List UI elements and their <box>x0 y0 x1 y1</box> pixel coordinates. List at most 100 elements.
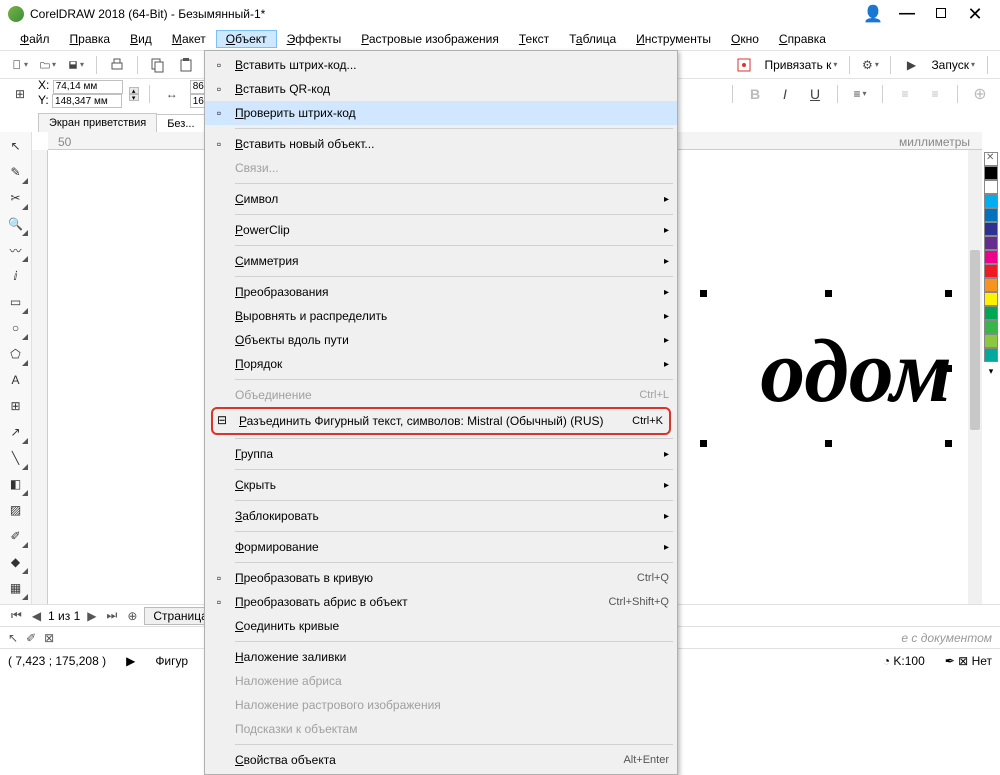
user-icon[interactable]: 👤 <box>856 4 890 24</box>
next-icon[interactable]: ▶ <box>126 654 135 668</box>
menu-item[interactable]: Порядок <box>205 352 677 376</box>
selection-handle[interactable] <box>945 365 952 372</box>
ruler-vertical[interactable] <box>32 150 48 604</box>
menu-bitmaps[interactable]: Растровые изображения <box>351 30 509 48</box>
color-swatch[interactable] <box>984 278 998 292</box>
artistic-tool[interactable]: ⅈ <box>4 264 28 288</box>
copy-button[interactable] <box>146 54 170 76</box>
color-swatch[interactable] <box>984 306 998 320</box>
snap-icon[interactable] <box>732 54 756 76</box>
selection-handle[interactable] <box>825 290 832 297</box>
paste-button[interactable] <box>174 54 198 76</box>
transparency-tool[interactable]: ▨ <box>4 498 28 522</box>
indent-button[interactable]: ≡ <box>923 83 947 105</box>
pick-tool[interactable]: ↖ <box>4 134 28 158</box>
menu-window[interactable]: Окно <box>721 30 769 48</box>
menu-item[interactable]: ▫Вставить QR-код <box>205 77 677 101</box>
menu-item[interactable]: ▫Вставить штрих-код... <box>205 53 677 77</box>
freehand-tool[interactable]: 〰 <box>4 238 28 262</box>
menu-item[interactable]: Символ <box>205 187 677 211</box>
menu-item[interactable]: ▫Вставить новый объект... <box>205 132 677 156</box>
bold-button[interactable]: B <box>743 83 767 105</box>
menu-item[interactable]: Объекты вдоль пути <box>205 328 677 352</box>
underline-button[interactable]: U <box>803 83 827 105</box>
menu-item[interactable]: Заблокировать <box>205 504 677 528</box>
pos-spinner[interactable]: ▴▾ <box>129 87 139 101</box>
menu-item[interactable]: ▫Преобразовать абрис в объектCtrl+Shift+… <box>205 590 677 614</box>
eyedropper-tool[interactable]: ✐ <box>4 524 28 548</box>
color-swatch[interactable] <box>984 236 998 250</box>
menu-item[interactable]: Группа <box>205 442 677 466</box>
crop-tool[interactable]: ✂ <box>4 186 28 210</box>
page-first[interactable]: ⏮ <box>8 608 25 623</box>
artistic-text-object[interactable]: одом <box>760 320 952 423</box>
menu-item[interactable]: Выровнять и распределить <box>205 304 677 328</box>
page-next[interactable]: ▶ <box>84 609 99 623</box>
selection-handle[interactable] <box>945 290 952 297</box>
list-button[interactable]: ≡ <box>893 83 917 105</box>
no-color-swatch[interactable] <box>984 152 998 166</box>
italic-button[interactable]: I <box>773 83 797 105</box>
y-input[interactable] <box>52 94 122 108</box>
selection-handle[interactable] <box>700 290 707 297</box>
menu-item[interactable]: ▫Проверить штрих-код <box>205 101 677 125</box>
menu-text[interactable]: Текст <box>509 30 559 48</box>
delete-icon[interactable]: ⊠ <box>44 631 54 645</box>
color-swatch[interactable] <box>984 292 998 306</box>
shape-tool[interactable]: ✎ <box>4 160 28 184</box>
menu-object[interactable]: Объект <box>216 30 277 48</box>
tab-welcome[interactable]: Экран приветствия <box>38 113 157 132</box>
polygon-tool[interactable]: ⬠ <box>4 342 28 366</box>
menu-item[interactable]: PowerClip <box>205 218 677 242</box>
ellipse-tool[interactable]: ○ <box>4 316 28 340</box>
menu-item[interactable]: Свойства объектаAlt+Enter <box>205 748 677 772</box>
color-swatch[interactable] <box>984 208 998 222</box>
open-button[interactable] <box>36 54 60 76</box>
tab-document[interactable]: Без... <box>156 114 205 133</box>
page-prev[interactable]: ◀ <box>29 609 44 623</box>
close-button[interactable]: ✕ <box>958 4 992 25</box>
outline-tool[interactable]: ▦ <box>4 576 28 600</box>
menu-effects[interactable]: Эффекты <box>277 30 352 48</box>
options-button[interactable]: ⚙ <box>858 54 882 76</box>
page-last[interactable]: ⏭ <box>104 608 121 623</box>
connector-tool[interactable]: ╲ <box>4 446 28 470</box>
fill-tool[interactable]: ◆ <box>4 550 28 574</box>
color-swatch[interactable] <box>984 334 998 348</box>
menu-layout[interactable]: Макет <box>162 30 216 48</box>
selection-handle[interactable] <box>700 440 707 447</box>
palette-scroll[interactable]: ▾ <box>989 366 994 377</box>
effects-tool[interactable]: ◧ <box>4 472 28 496</box>
menu-item[interactable]: Формирование <box>205 535 677 559</box>
new-button[interactable] <box>8 54 32 76</box>
menu-file[interactable]: Файл <box>10 30 60 48</box>
print-button[interactable] <box>105 54 129 76</box>
table-tool[interactable]: ⊞ <box>4 394 28 418</box>
menu-item[interactable]: Скрыть <box>205 473 677 497</box>
menu-view[interactable]: Вид <box>120 30 162 48</box>
color-swatch[interactable] <box>984 320 998 334</box>
menu-tools[interactable]: Инструменты <box>626 30 721 48</box>
color-swatch[interactable] <box>984 250 998 264</box>
launch-icon[interactable]: ▶ <box>899 54 923 76</box>
menu-item[interactable]: Наложение заливки <box>205 645 677 669</box>
color-swatch[interactable] <box>984 180 998 194</box>
menu-item[interactable]: Соединить кривые <box>205 614 677 638</box>
selection-handle[interactable] <box>825 440 832 447</box>
color-swatch[interactable] <box>984 194 998 208</box>
add-button[interactable]: ⊕ <box>968 83 992 105</box>
color-swatch[interactable] <box>984 222 998 236</box>
menu-break-apart[interactable]: ⊟Разъединить Фигурный текст, символов: M… <box>211 407 671 435</box>
menu-item[interactable]: Симметрия <box>205 249 677 273</box>
align-button[interactable]: ≡ <box>848 83 872 105</box>
color-swatch[interactable] <box>984 166 998 180</box>
minimize-button[interactable]: — <box>890 5 924 23</box>
color-swatch[interactable] <box>984 348 998 362</box>
snap-dropdown[interactable]: Привязать к <box>760 58 841 72</box>
text-tool[interactable]: A <box>4 368 28 392</box>
menu-item[interactable]: ▫Преобразовать в кривуюCtrl+Q <box>205 566 677 590</box>
menu-help[interactable]: Справка <box>769 30 836 48</box>
maximize-button[interactable] <box>924 5 958 23</box>
menu-edit[interactable]: Правка <box>60 30 121 48</box>
dimension-tool[interactable]: ↗ <box>4 420 28 444</box>
